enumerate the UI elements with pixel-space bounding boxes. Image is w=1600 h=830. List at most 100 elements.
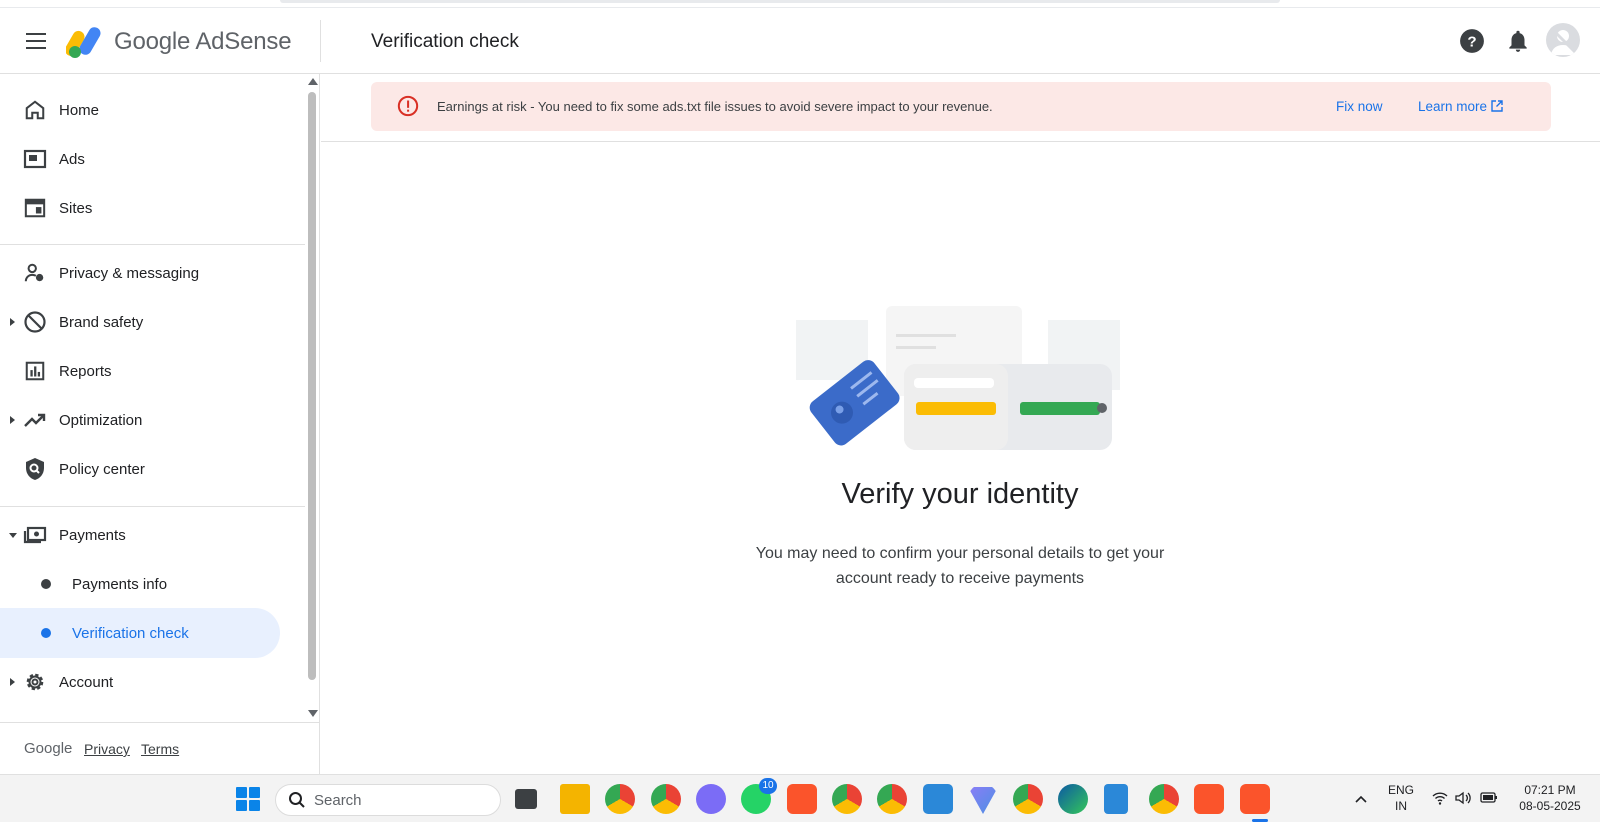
sites-icon bbox=[22, 195, 48, 221]
verify-identity-title: Verify your identity bbox=[841, 478, 1079, 510]
learn-more-link[interactable]: Learn more bbox=[1418, 99, 1503, 114]
input-language[interactable]: ENG IN bbox=[1384, 782, 1418, 830]
chrome-profile-icon[interactable] bbox=[1013, 784, 1043, 814]
tab-strip-edge bbox=[280, 0, 1280, 3]
page-title: Verification check bbox=[371, 31, 519, 52]
sidebar-item-label: Payments bbox=[59, 526, 126, 544]
chrome-profile-icon[interactable] bbox=[651, 784, 681, 814]
policy-shield-icon bbox=[22, 456, 48, 482]
scroll-up-arrow-icon[interactable] bbox=[308, 78, 318, 85]
system-clock[interactable]: 07:21 PM 08-05-2025 bbox=[1510, 782, 1590, 830]
taskbar-search-label: Search bbox=[314, 792, 362, 809]
sidebar-item-label: Payments info bbox=[72, 575, 168, 593]
alert-message: Earnings at risk - You need to fix some … bbox=[437, 99, 993, 114]
sidebar-item-label: Home bbox=[59, 101, 100, 119]
clock-date: 08-05-2025 bbox=[1519, 799, 1581, 813]
chrome-icon[interactable] bbox=[605, 784, 635, 814]
sidebar-item-label: Account bbox=[59, 673, 114, 691]
external-link-icon bbox=[1491, 100, 1503, 112]
sidebar-item-account[interactable]: Account bbox=[0, 660, 280, 704]
brave-browser-icon[interactable] bbox=[787, 784, 817, 814]
sidebar-item-verification-check[interactable]: Verification check bbox=[0, 608, 280, 658]
expand-caret-icon bbox=[10, 678, 15, 686]
brand-name[interactable]: Google AdSense bbox=[114, 28, 292, 56]
error-icon bbox=[397, 95, 419, 117]
verify-identity-description: You may need to confirm your personal de… bbox=[755, 545, 1165, 587]
scroll-down-arrow-icon[interactable] bbox=[308, 710, 318, 717]
task-view-icon[interactable] bbox=[515, 789, 537, 809]
region-label: IN bbox=[1395, 799, 1407, 813]
wifi-icon[interactable] bbox=[1432, 791, 1448, 805]
main-menu-button[interactable] bbox=[22, 28, 50, 54]
privacy-link[interactable]: Privacy bbox=[84, 741, 130, 757]
notepad-icon[interactable] bbox=[1104, 784, 1128, 814]
sidebar-item-label: Reports bbox=[59, 362, 112, 380]
sidebar-item-optimization[interactable]: Optimization bbox=[0, 398, 280, 442]
earnings-alert-banner: Earnings at risk - You need to fix some … bbox=[371, 82, 1551, 131]
notifications-bell-icon[interactable] bbox=[1505, 28, 1531, 54]
block-icon bbox=[22, 309, 48, 335]
sidebar-item-label: Policy center bbox=[59, 460, 145, 478]
chrome-profile-icon[interactable] bbox=[1149, 784, 1179, 814]
taskbar-search-box[interactable]: Search bbox=[275, 784, 501, 816]
content-divider bbox=[321, 141, 1600, 142]
app-icon[interactable] bbox=[696, 784, 726, 814]
notification-badge: 10 bbox=[759, 778, 777, 794]
sidebar-footer: Google Privacy Terms bbox=[0, 722, 320, 774]
learn-more-label: Learn more bbox=[1418, 99, 1488, 114]
chevron-up-icon[interactable] bbox=[1354, 794, 1368, 804]
sidebar-item-label: Ads bbox=[59, 150, 85, 168]
volume-icon[interactable] bbox=[1455, 791, 1471, 805]
trending-up-icon bbox=[22, 407, 48, 433]
scroll-thumb[interactable] bbox=[308, 92, 316, 680]
sidebar-divider bbox=[0, 506, 305, 507]
sidebar-item-label: Brand safety bbox=[59, 313, 144, 331]
header-divider bbox=[320, 20, 321, 62]
gear-icon bbox=[22, 669, 48, 695]
fix-now-link[interactable]: Fix now bbox=[1336, 99, 1383, 114]
collapse-caret-icon bbox=[9, 532, 17, 538]
adsense-logo-icon bbox=[66, 27, 101, 58]
privacy-icon bbox=[22, 260, 48, 286]
sidebar-item-brand-safety[interactable]: Brand safety bbox=[0, 300, 280, 344]
payments-icon bbox=[22, 522, 48, 548]
sidebar-item-privacy-messaging[interactable]: Privacy & messaging bbox=[0, 251, 280, 295]
lang-label: ENG bbox=[1387, 783, 1414, 797]
sidebar-item-reports[interactable]: Reports bbox=[0, 349, 280, 393]
terms-link[interactable]: Terms bbox=[141, 741, 179, 757]
sidebar-divider bbox=[0, 244, 305, 245]
bullet-dot bbox=[41, 579, 51, 589]
windows-taskbar: Search 10 ENG IN 07:21 PM 08-05-2025 bbox=[0, 774, 1600, 822]
whatsapp-icon[interactable]: 10 bbox=[741, 778, 777, 814]
sidebar-item-label: Sites bbox=[59, 199, 93, 217]
chrome-profile-icon[interactable] bbox=[877, 784, 907, 814]
reports-icon bbox=[22, 358, 48, 384]
ads-icon bbox=[22, 146, 48, 172]
sidebar-item-payments[interactable]: Payments bbox=[0, 513, 280, 557]
sidebar-item-policy-center[interactable]: Policy center bbox=[0, 447, 280, 491]
account-avatar[interactable] bbox=[1546, 23, 1580, 57]
brave-browser-active-icon[interactable] bbox=[1240, 784, 1270, 814]
sidebar-item-sites[interactable]: Sites bbox=[0, 186, 280, 230]
photos-icon[interactable] bbox=[923, 784, 953, 814]
chrome-profile-icon[interactable] bbox=[832, 784, 862, 814]
expand-caret-icon bbox=[10, 318, 15, 326]
home-icon bbox=[22, 97, 48, 123]
google-footer-label: Google bbox=[24, 740, 73, 757]
file-explorer-icon[interactable] bbox=[560, 784, 590, 814]
app-icon[interactable] bbox=[968, 787, 998, 814]
sidebar-item-payments-info[interactable]: Payments info bbox=[0, 562, 280, 606]
sidebar-item-label: Verification check bbox=[72, 624, 189, 642]
sidebar-item-ads[interactable]: Ads bbox=[0, 137, 280, 181]
brave-browser-icon[interactable] bbox=[1194, 784, 1224, 814]
help-icon[interactable]: ? bbox=[1459, 28, 1485, 54]
battery-icon[interactable] bbox=[1480, 790, 1498, 804]
edge-icon[interactable] bbox=[1058, 784, 1088, 814]
windows-start-icon[interactable] bbox=[236, 787, 260, 811]
sidebar-item-home[interactable]: Home bbox=[0, 88, 280, 132]
search-icon bbox=[289, 792, 305, 808]
bullet-dot bbox=[41, 628, 51, 638]
sidebar-item-label: Privacy & messaging bbox=[59, 264, 200, 282]
sidebar-nav: Home Ads Sites Privacy & messaging Brand… bbox=[0, 74, 320, 774]
sidebar-scrollbar[interactable] bbox=[306, 74, 318, 722]
